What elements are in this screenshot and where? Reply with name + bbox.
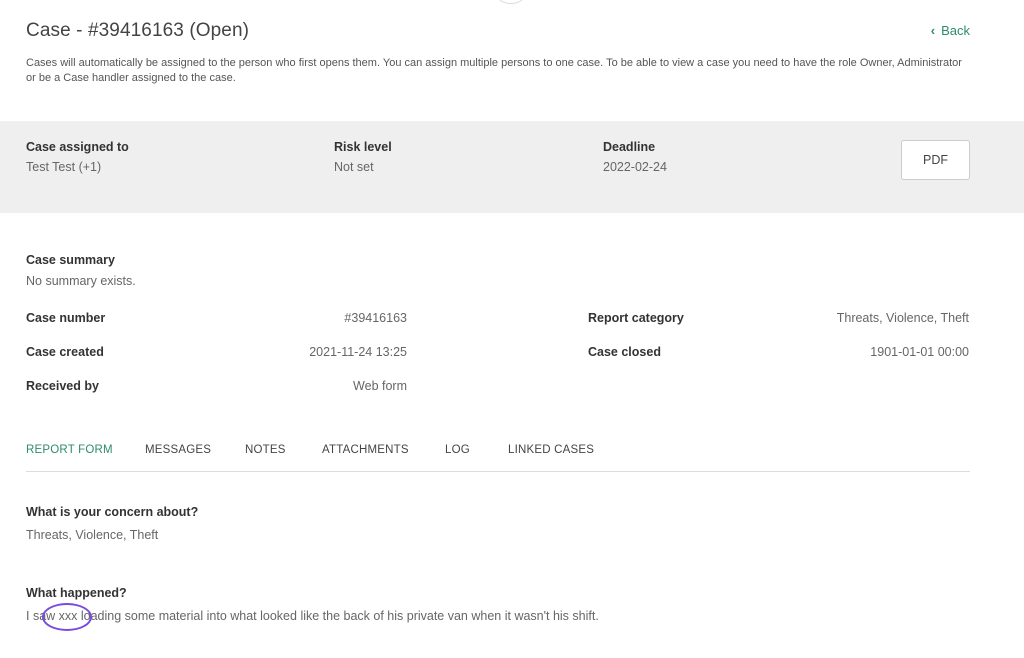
deadline-label: Deadline xyxy=(603,140,656,154)
case-tabs: REPORT FORM MESSAGES NOTES ATTACHMENTS L… xyxy=(26,444,970,472)
question-what-happened-answer: I saw xxx loading some material into wha… xyxy=(26,609,599,623)
case-number-label: Case number xyxy=(26,311,106,325)
case-number-row: Case number #39416163 xyxy=(26,311,407,327)
question-concern-answer: Threats, Violence, Theft xyxy=(26,528,159,542)
deadline-value: 2022-02-24 xyxy=(603,160,667,174)
case-summary: Case summary No summary exists. xyxy=(26,253,136,288)
case-closed-value: 1901-01-01 00:00 xyxy=(870,345,969,359)
back-button[interactable]: ‹ Back xyxy=(931,23,970,38)
highlight-circle-annotation xyxy=(42,603,92,631)
question-what-happened-label: What happened? xyxy=(26,586,127,600)
report-category-value: Threats, Violence, Theft xyxy=(836,311,969,325)
question-concern-label: What is your concern about? xyxy=(26,505,199,519)
chevron-left-icon: ‹ xyxy=(930,23,936,38)
deadline-section: Deadline 2022-02-24 xyxy=(603,140,667,174)
question-concern: What is your concern about? Threats, Vio… xyxy=(26,505,198,542)
tab-attachments[interactable]: ATTACHMENTS xyxy=(322,444,409,456)
assigned-label: Case assigned to xyxy=(26,140,129,154)
tab-report-form[interactable]: REPORT FORM xyxy=(26,444,113,456)
top-handle xyxy=(497,0,525,4)
report-category-row: Report category Threats, Violence, Theft xyxy=(588,311,969,327)
page-header: Case - #39416163 (Open) ‹ Back xyxy=(26,20,970,42)
case-created-value: 2021-11-24 13:25 xyxy=(309,345,407,359)
case-created-label: Case created xyxy=(26,345,104,359)
case-closed-label: Case closed xyxy=(588,345,661,359)
page-title: Case - #39416163 (Open) xyxy=(26,20,250,41)
assigned-value: Test Test (+1) xyxy=(26,160,102,174)
case-closed-row: Case closed 1901-01-01 00:00 xyxy=(588,345,969,361)
case-number-value: #39416163 xyxy=(344,311,407,325)
page-description: Cases will automatically be assigned to … xyxy=(26,57,962,84)
received-by-row: Received by Web form xyxy=(26,379,407,395)
summary-value: No summary exists. xyxy=(26,274,136,288)
assigned-section: Case assigned to Test Test (+1) xyxy=(26,140,129,174)
tab-notes[interactable]: NOTES xyxy=(245,444,286,456)
tab-log[interactable]: LOG xyxy=(445,444,470,456)
risk-section: Risk level Not set xyxy=(334,140,392,174)
back-label: Back xyxy=(941,23,970,38)
risk-value: Not set xyxy=(334,160,374,174)
question-what-happened: What happened? I saw xxx loading some ma… xyxy=(26,586,599,623)
risk-label: Risk level xyxy=(334,140,392,154)
pdf-button[interactable]: PDF xyxy=(901,140,970,180)
tab-messages[interactable]: MESSAGES xyxy=(145,444,211,456)
received-by-value: Web form xyxy=(353,379,407,393)
case-overview-band: Case assigned to Test Test (+1) Risk lev… xyxy=(0,121,1024,213)
received-by-label: Received by xyxy=(26,379,99,393)
case-created-row: Case created 2021-11-24 13:25 xyxy=(26,345,407,361)
summary-label: Case summary xyxy=(26,253,115,267)
tab-linked-cases[interactable]: LINKED CASES xyxy=(508,444,594,456)
report-category-label: Report category xyxy=(588,311,684,325)
